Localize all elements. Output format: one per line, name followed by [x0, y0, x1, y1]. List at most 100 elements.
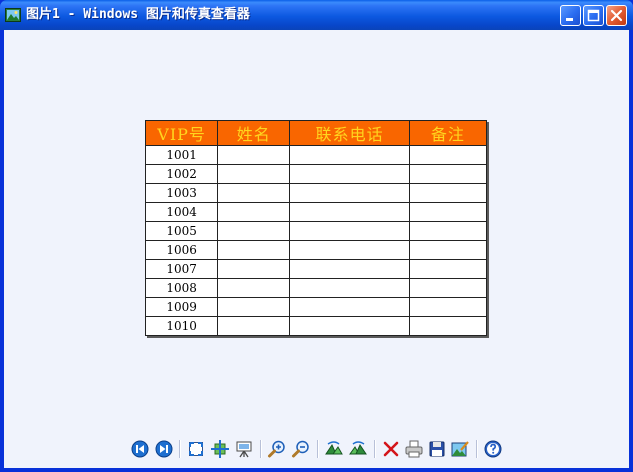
slideshow-icon: [236, 441, 252, 458]
close-button[interactable]: [606, 5, 627, 26]
vip-number-cell: 1005: [144, 221, 219, 241]
best-fit-icon: [189, 442, 203, 456]
table-row: 1005: [144, 221, 488, 241]
phone-cell: [289, 221, 410, 241]
name-cell: [217, 145, 291, 165]
help-button[interactable]: [483, 439, 503, 459]
name-cell: [217, 259, 291, 279]
maximize-button[interactable]: [583, 5, 604, 26]
toolbar-separator: [179, 440, 181, 458]
help-icon: [484, 440, 502, 458]
title-bar[interactable]: 图片1 - Windows 图片和传真查看器: [0, 0, 633, 30]
table-row: 1004: [144, 202, 488, 222]
rotate-clockwise-button[interactable]: [324, 439, 344, 459]
phone-cell: [289, 202, 410, 222]
next-image-icon: [155, 440, 173, 458]
vip-number-cell: 1001: [144, 145, 219, 165]
notes-cell: [408, 221, 488, 241]
open-for-editing-button[interactable]: [450, 439, 470, 459]
table-row: 1002: [144, 164, 488, 184]
print-button[interactable]: [404, 439, 424, 459]
minimize-button[interactable]: [560, 5, 581, 26]
next-image-button[interactable]: [154, 439, 174, 459]
header-vip-number: VIP号: [144, 120, 219, 146]
actual-size-icon: [211, 440, 229, 458]
name-cell: [217, 183, 291, 203]
table-row: 1007: [144, 259, 488, 279]
phone-cell: [289, 183, 410, 203]
name-cell: [217, 221, 291, 241]
close-icon: [610, 9, 623, 22]
name-cell: [217, 297, 291, 317]
toolbar-separator: [260, 440, 262, 458]
table-row: 1001: [144, 145, 488, 165]
name-cell: [217, 316, 291, 336]
notes-cell: [408, 240, 488, 260]
phone-cell: [289, 259, 410, 279]
notes-cell: [408, 145, 488, 165]
vip-number-cell: 1008: [144, 278, 219, 298]
toolbar-separator: [476, 440, 478, 458]
print-icon: [405, 440, 423, 458]
notes-cell: [408, 164, 488, 184]
vip-number-cell: 1007: [144, 259, 219, 279]
phone-cell: [289, 278, 410, 298]
vip-number-cell: 1003: [144, 183, 219, 203]
delete-button[interactable]: [381, 439, 401, 459]
table-row: 1010: [144, 316, 488, 336]
zoom-in-icon: [268, 440, 285, 458]
notes-cell: [408, 278, 488, 298]
vip-number-cell: 1010: [144, 316, 219, 336]
toolbar-separator: [317, 440, 319, 458]
save-icon: [429, 441, 445, 457]
table-row: 1003: [144, 183, 488, 203]
notes-cell: [408, 183, 488, 203]
vip-table: VIP号 姓名 联系电话 备注 1001 1002 1003 1004 1005…: [144, 120, 488, 336]
zoom-out-button[interactable]: [291, 439, 311, 459]
name-cell: [217, 278, 291, 298]
phone-cell: [289, 240, 410, 260]
minimize-icon: [566, 18, 573, 21]
slideshow-button[interactable]: [234, 439, 254, 459]
toolbar-separator: [374, 440, 376, 458]
notes-cell: [408, 297, 488, 317]
name-cell: [217, 240, 291, 260]
table-row: 1008: [144, 278, 488, 298]
rotate-counterclockwise-button[interactable]: [348, 439, 368, 459]
rotate-counterclockwise-icon: [349, 441, 367, 455]
name-cell: [217, 202, 291, 222]
header-phone: 联系电话: [289, 120, 410, 146]
vip-number-cell: 1009: [144, 297, 219, 317]
rotate-clockwise-icon: [325, 441, 343, 455]
actual-size-button[interactable]: [210, 439, 230, 459]
app-window: 图片1 - Windows 图片和传真查看器 VIP号 姓名 联系电话 备注 1…: [0, 0, 633, 472]
vip-number-cell: 1004: [144, 202, 219, 222]
table-header-row: VIP号 姓名 联系电话 备注: [144, 120, 488, 146]
vip-number-cell: 1002: [144, 164, 219, 184]
image-viewport: VIP号 姓名 联系电话 备注 1001 1002 1003 1004 1005…: [4, 30, 629, 468]
previous-image-button[interactable]: [130, 439, 150, 459]
table-row: 1009: [144, 297, 488, 317]
name-cell: [217, 164, 291, 184]
maximize-icon: [587, 9, 600, 22]
table-row: 1006: [144, 240, 488, 260]
phone-cell: [289, 164, 410, 184]
zoom-out-icon: [292, 440, 309, 458]
delete-icon: [383, 441, 399, 457]
zoom-in-button[interactable]: [267, 439, 287, 459]
phone-cell: [289, 316, 410, 336]
best-fit-button[interactable]: [186, 439, 206, 459]
phone-cell: [289, 297, 410, 317]
notes-cell: [408, 259, 488, 279]
window-title: 图片1 - Windows 图片和传真查看器: [26, 7, 250, 22]
vip-number-cell: 1006: [144, 240, 219, 260]
previous-image-icon: [131, 440, 149, 458]
phone-cell: [289, 145, 410, 165]
notes-cell: [408, 202, 488, 222]
viewer-toolbar: [4, 434, 629, 464]
save-button[interactable]: [427, 439, 447, 459]
header-notes: 备注: [408, 120, 488, 146]
notes-cell: [408, 316, 488, 336]
picture-viewer-icon: [5, 7, 21, 23]
header-name: 姓名: [217, 120, 291, 146]
